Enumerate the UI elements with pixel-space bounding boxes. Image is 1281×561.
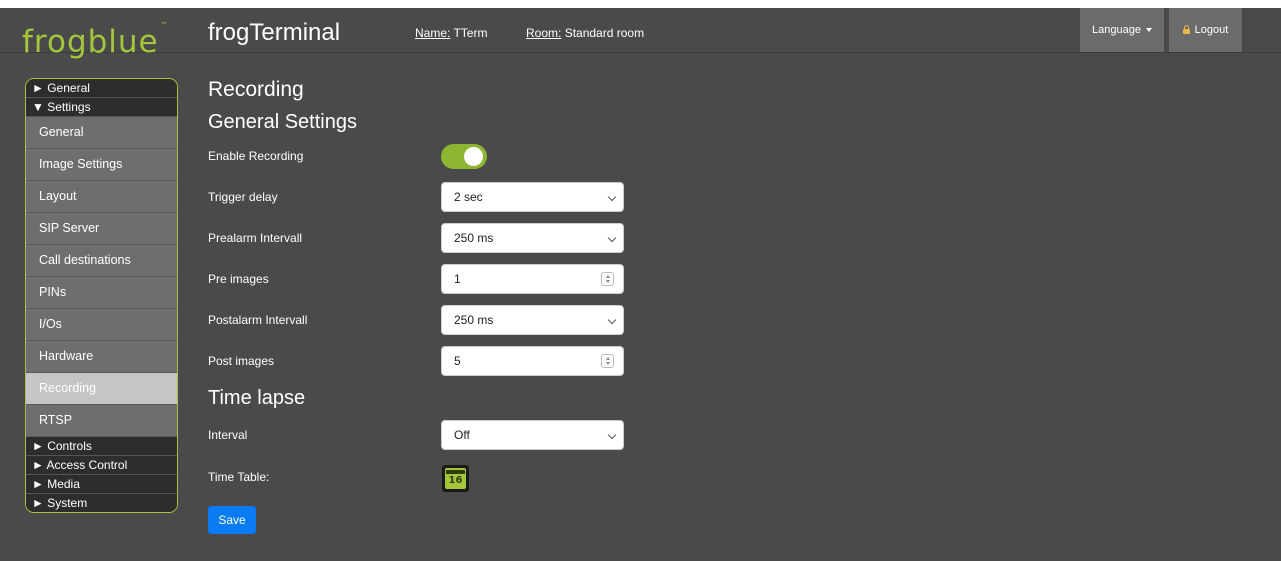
time-table-label: Time Table: bbox=[208, 470, 270, 484]
post-images-stepper[interactable]: 5 bbox=[441, 346, 624, 376]
room-info: Room: Standard room bbox=[526, 26, 644, 40]
sidebar-item-pins[interactable]: PINs bbox=[26, 277, 177, 309]
calendar-icon[interactable]: 16 bbox=[442, 465, 469, 492]
calendar-day: 16 bbox=[448, 475, 463, 486]
sidebar-item-sip-server[interactable]: SIP Server bbox=[26, 213, 177, 245]
sidebar-category-access-control[interactable]: ► Access Control bbox=[26, 456, 177, 475]
enable-recording-toggle[interactable] bbox=[441, 144, 487, 169]
trigger-delay-select[interactable]: 2 sec bbox=[441, 182, 624, 212]
postalarm-intervall-label: Postalarm Intervall bbox=[208, 313, 308, 327]
sidebar-category-system[interactable]: ► System bbox=[26, 494, 177, 512]
sidebar-item-general[interactable]: General bbox=[26, 117, 177, 149]
general-settings-heading: General Settings bbox=[208, 111, 357, 133]
sidebar-item-image-settings[interactable]: Image Settings bbox=[26, 149, 177, 181]
lock-icon bbox=[1182, 24, 1190, 34]
chevron-down-icon bbox=[607, 233, 617, 243]
page-title: Recording bbox=[208, 78, 304, 101]
prealarm-intervall-select[interactable]: 250 ms bbox=[441, 223, 624, 253]
language-dropdown[interactable]: Language bbox=[1080, 8, 1164, 52]
spinner-icon[interactable] bbox=[601, 354, 614, 368]
logout-button[interactable]: Logout bbox=[1169, 8, 1242, 52]
chevron-down-icon bbox=[607, 430, 617, 440]
trigger-delay-label: Trigger delay bbox=[208, 190, 278, 204]
pre-images-label: Pre images bbox=[208, 272, 269, 286]
spinner-icon[interactable] bbox=[601, 272, 614, 286]
interval-select[interactable]: Off bbox=[441, 420, 624, 450]
sidebar-item-ios[interactable]: I/Os bbox=[26, 309, 177, 341]
sidebar-item-hardware[interactable]: Hardware bbox=[26, 341, 177, 373]
top-strip bbox=[0, 0, 1281, 8]
sidebar-item-call-destinations[interactable]: Call destinations bbox=[26, 245, 177, 277]
sidebar-category-media[interactable]: ► Media bbox=[26, 475, 177, 494]
caret-down-icon bbox=[1145, 28, 1152, 32]
device-name-info: Name: TTerm bbox=[415, 26, 487, 40]
sidebar-category-controls[interactable]: ► Controls bbox=[26, 437, 177, 456]
app-title: frogTerminal bbox=[208, 19, 341, 46]
name-value: TTerm bbox=[453, 26, 488, 40]
room-value: Standard room bbox=[564, 26, 645, 40]
chevron-down-icon bbox=[607, 315, 617, 325]
postalarm-intervall-select[interactable]: 250 ms bbox=[441, 305, 624, 335]
name-label: Name: bbox=[415, 26, 451, 40]
chevron-down-icon bbox=[607, 192, 617, 202]
enable-recording-label: Enable Recording bbox=[208, 149, 304, 163]
time-lapse-heading: Time lapse bbox=[208, 387, 306, 409]
sidebar-category-settings[interactable]: ▼ Settings bbox=[26, 98, 177, 117]
toggle-knob bbox=[464, 147, 483, 166]
prealarm-intervall-label: Prealarm Intervall bbox=[208, 231, 303, 245]
pre-images-stepper[interactable]: 1 bbox=[441, 264, 624, 294]
sidebar-item-rtsp[interactable]: RTSP bbox=[26, 405, 177, 437]
sidebar-nav: ► General ▼ Settings General Image Setti… bbox=[25, 78, 178, 513]
sidebar-category-general[interactable]: ► General bbox=[26, 79, 177, 98]
room-label: Room: bbox=[526, 26, 562, 40]
interval-label: Interval bbox=[208, 428, 248, 442]
post-images-label: Post images bbox=[208, 354, 275, 368]
header-bar: frogblue ™ frogTerminal Name: TTerm Room:… bbox=[0, 8, 1281, 60]
frogblue-logo[interactable]: frogblue ™ bbox=[22, 21, 169, 60]
sidebar-item-layout[interactable]: Layout bbox=[26, 181, 177, 213]
sidebar-item-recording[interactable]: Recording bbox=[26, 373, 177, 405]
save-button[interactable]: Save bbox=[208, 506, 256, 534]
